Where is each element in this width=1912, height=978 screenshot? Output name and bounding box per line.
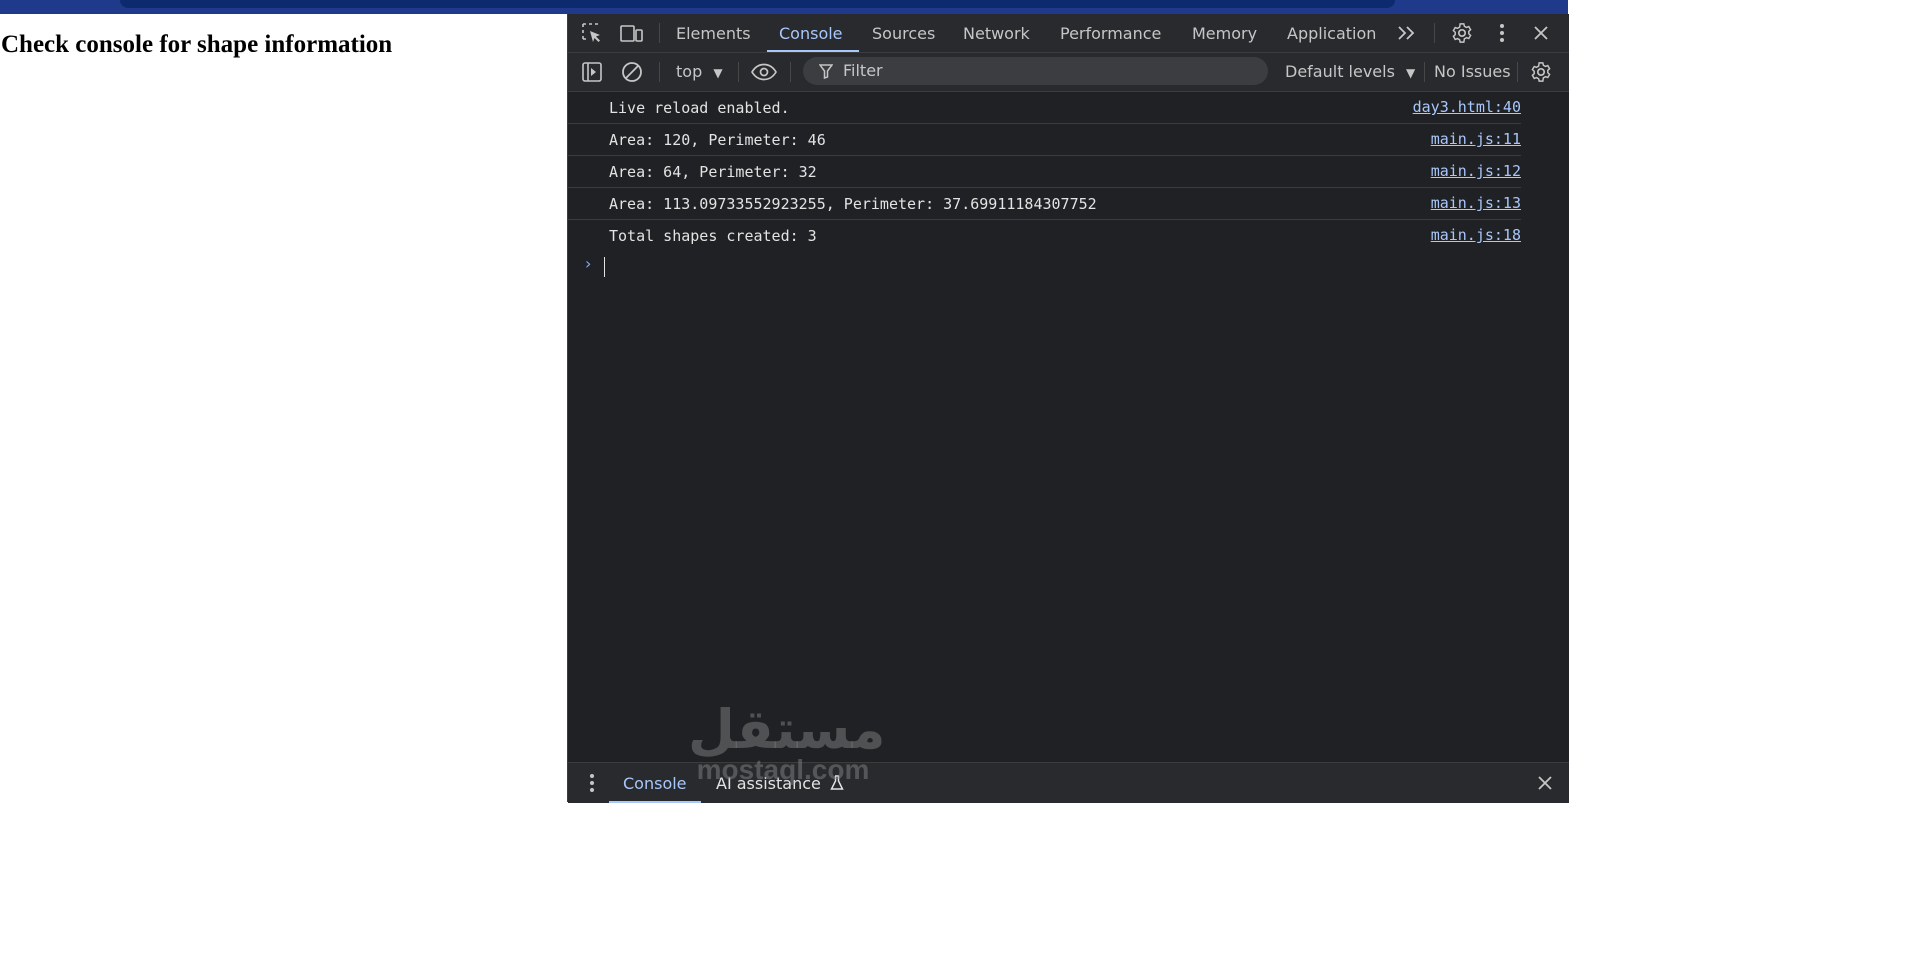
console-toolbar: top ▼ Filter Default levels ▼ No Issues — [568, 53, 1569, 92]
issues-counter[interactable]: No Issues — [1434, 53, 1511, 91]
watermark-arabic: مستقل — [688, 698, 886, 761]
eye-icon[interactable] — [751, 59, 777, 85]
clear-console-icon[interactable] — [619, 59, 645, 85]
separator — [738, 62, 739, 82]
console-message: Area: 120, Perimeter: 46 — [609, 131, 826, 149]
log-levels-dropdown[interactable]: Default levels ▼ — [1285, 53, 1415, 92]
console-message: Area: 64, Perimeter: 32 — [609, 163, 817, 181]
tab-sources[interactable]: Sources — [872, 14, 935, 52]
console-settings-icon[interactable] — [1528, 59, 1554, 85]
inspect-icon[interactable] — [579, 20, 605, 46]
close-icon[interactable] — [1532, 770, 1558, 796]
console-row: Area: 64, Perimeter: 32 main.js:12 — [568, 156, 1521, 188]
separator — [1424, 62, 1425, 82]
source-link[interactable]: day3.html:40 — [1413, 98, 1521, 116]
separator — [1517, 62, 1518, 82]
page-heading: Check console for shape information — [1, 31, 393, 58]
sidebar-toggle-icon[interactable] — [579, 59, 605, 85]
drawer-tab-console[interactable]: Console — [609, 763, 700, 803]
chevron-down-icon: ▼ — [713, 66, 723, 80]
tab-application[interactable]: Application — [1287, 14, 1376, 52]
filter-input[interactable]: Filter — [803, 57, 1268, 85]
console-log: Live reload enabled. day3.html:40 Area: … — [568, 92, 1569, 281]
tab-network[interactable]: Network — [963, 14, 1030, 52]
watermark-logo: مستقل mostaql.com — [688, 700, 888, 790]
prompt-chevron-icon: › — [585, 254, 592, 273]
separator — [790, 62, 791, 82]
tab-console[interactable]: Console — [767, 14, 858, 52]
close-icon[interactable] — [1528, 20, 1554, 46]
address-bar[interactable] — [120, 0, 1395, 8]
text-caret — [604, 257, 605, 277]
more-tabs-icon[interactable] — [1394, 20, 1420, 46]
console-message: Area: 113.09733552923255, Perimeter: 37.… — [609, 195, 1097, 213]
console-prompt[interactable]: › — [568, 251, 1569, 281]
filter-placeholder: Filter — [843, 61, 883, 80]
kebab-menu-icon[interactable] — [1489, 20, 1515, 46]
context-label: top — [676, 62, 703, 81]
tab-performance[interactable]: Performance — [1060, 14, 1161, 52]
console-row: Total shapes created: 3 main.js:18 — [568, 220, 1521, 251]
devtools-panel: Elements Console Sources Network Perform… — [567, 14, 1569, 803]
console-message: Total shapes created: 3 — [609, 227, 817, 245]
settings-gear-icon[interactable] — [1449, 20, 1475, 46]
context-selector[interactable]: top ▼ — [676, 53, 723, 91]
log-levels-label: Default levels — [1285, 62, 1395, 81]
source-link[interactable]: main.js:13 — [1431, 194, 1521, 212]
chevron-down-icon: ▼ — [1406, 66, 1416, 80]
filter-funnel-icon — [819, 64, 833, 79]
device-toggle-icon[interactable] — [619, 20, 645, 46]
console-row: Area: 113.09733552923255, Perimeter: 37.… — [568, 188, 1521, 220]
devtools-tabbar: Elements Console Sources Network Perform… — [568, 14, 1569, 53]
console-message: Live reload enabled. — [609, 99, 790, 117]
console-row: Live reload enabled. day3.html:40 — [568, 92, 1521, 124]
separator — [659, 62, 660, 82]
console-row: Area: 120, Perimeter: 46 main.js:11 — [568, 124, 1521, 156]
tab-elements[interactable]: Elements — [676, 14, 751, 52]
source-link[interactable]: main.js:12 — [1431, 162, 1521, 180]
kebab-menu-icon[interactable] — [579, 770, 605, 796]
tab-memory[interactable]: Memory — [1192, 14, 1257, 52]
separator — [659, 23, 660, 43]
separator — [1434, 23, 1435, 43]
source-link[interactable]: main.js:18 — [1431, 226, 1521, 244]
browser-chrome-strip — [0, 0, 1568, 14]
web-page: Check console for shape information — [0, 14, 567, 802]
watermark-latin: mostaql.com — [696, 754, 870, 785]
source-link[interactable]: main.js:11 — [1431, 130, 1521, 148]
